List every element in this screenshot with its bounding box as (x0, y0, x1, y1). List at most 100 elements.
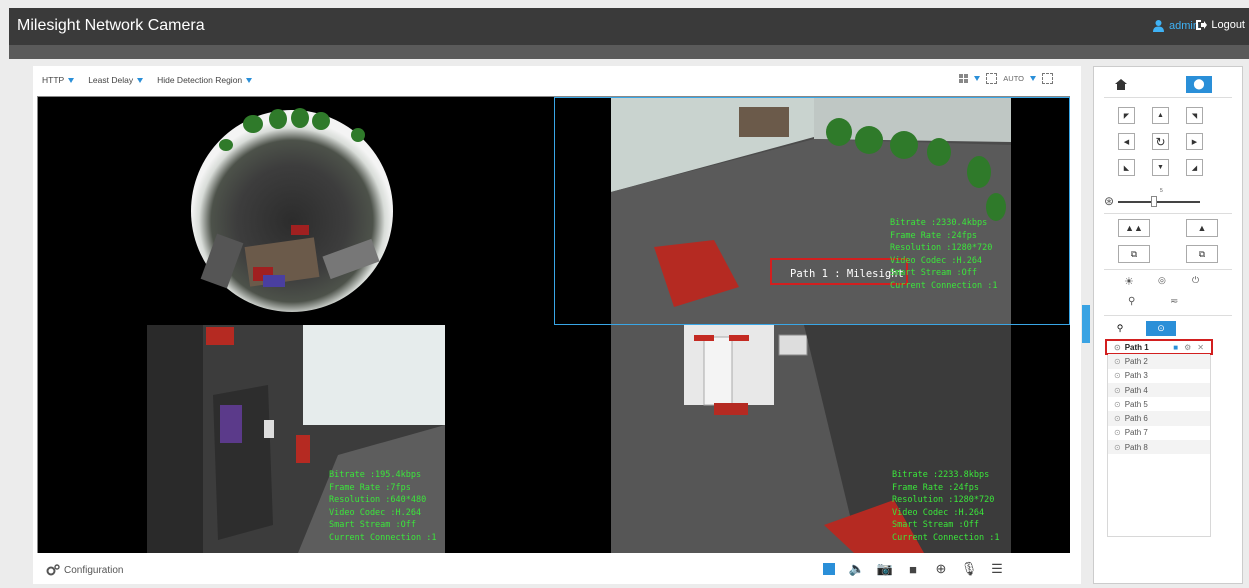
configuration-link[interactable]: Configuration (46, 564, 123, 576)
ptz-up-right-button[interactable]: ◥ (1186, 107, 1203, 124)
gear-icon[interactable]: ⚙ (1184, 343, 1191, 352)
focus-near-button[interactable]: ⧉ (1118, 245, 1150, 263)
detection-region-dropdown[interactable]: Hide Detection Region (157, 75, 253, 85)
path-label: Path 5 (1124, 399, 1148, 409)
microphone-icon[interactable]: 🎙 (961, 561, 978, 576)
pin-icon: ⚲ (1116, 323, 1124, 333)
stream-info-osd: Bitrate :195.4kbps Frame Rate :7fps Reso… (329, 470, 437, 543)
layout-grid-icon[interactable] (959, 74, 969, 83)
ptz-down-left-button[interactable]: ◣ (1118, 159, 1135, 176)
path-tab[interactable]: ⊙ (1146, 321, 1176, 336)
path-icon: ⊙ (1114, 428, 1121, 438)
fullscreen-icon[interactable] (1042, 73, 1053, 84)
path-list-item[interactable]: ⊙ Path 4 (1108, 382, 1210, 398)
protocol-dropdown[interactable]: HTTP (42, 75, 75, 85)
fisheye-view[interactable] (38, 97, 554, 325)
ptz-panel: ⬤ ◤ ▲ ◥ ◀ ↻ ▶ ◣ ▼ ◢ ⊛ 5 ▲▲ ▲ ⧉ ⧉ ☀ ◎ ⏻ ⚲… (1093, 66, 1243, 584)
snapshot-icon[interactable]: 📷 (877, 561, 893, 576)
path-label: Path 7 (1124, 428, 1148, 438)
delay-dropdown[interactable]: Least Delay (88, 75, 144, 85)
path-list-item[interactable]: ⊙ Path 7 (1108, 426, 1210, 440)
sub-bar (9, 45, 1249, 59)
ptz-down-right-button[interactable]: ◢ (1186, 159, 1203, 176)
chevron-down-icon[interactable] (1030, 76, 1036, 81)
stop-icon[interactable]: ■ (1173, 343, 1178, 352)
view-toolbar: HTTP Least Delay Hide Detection Region (42, 75, 253, 85)
stop-icon[interactable] (822, 562, 836, 576)
ptz-speed-handle[interactable] (1151, 196, 1158, 207)
camera-view-2[interactable]: Path 1 : Milesight Bitrate :2330.4kbps F… (554, 97, 1070, 325)
ptz-up-left-button[interactable]: ◤ (1118, 107, 1135, 124)
preset-tab[interactable]: ⚲ (1108, 321, 1132, 336)
wiper-icon[interactable]: ◎ (1158, 275, 1166, 286)
zoom-icon[interactable]: ⊕ (934, 561, 948, 576)
zoom-out-button[interactable]: ▲▲ (1118, 219, 1150, 237)
fisheye-image (191, 108, 393, 312)
divider (1104, 213, 1232, 214)
home-icon (1115, 79, 1127, 90)
audio-icon[interactable]: 🔈 (849, 561, 865, 576)
power-icon[interactable]: ⏻ (1192, 275, 1199, 286)
path-list-item[interactable]: ⊙ Path 3 (1108, 369, 1210, 383)
detection-label: Hide Detection Region (157, 75, 243, 85)
ptz-auto-scan-button[interactable]: ↻ (1152, 133, 1169, 150)
path-label: Path 3 (1124, 371, 1148, 381)
divider (1104, 97, 1232, 98)
panel-collapse-handle[interactable] (1082, 305, 1090, 343)
camera-view-3[interactable]: Bitrate :195.4kbps Frame Rate :7fps Reso… (38, 325, 554, 553)
path-rows: ⊙ Path 1 ■ ⚙ ✕ ⊙ Path 2 ⊙ Path 3 ⊙ Path 4 ⊙ Path 5 ⊙ P… (1105, 338, 1213, 455)
record-icon[interactable]: ■ (906, 562, 920, 577)
gear-icon (46, 564, 60, 576)
chevron-down-icon (246, 77, 253, 83)
camera-view-4[interactable]: Bitrate :2233.8kbps Frame Rate :24fps Re… (554, 325, 1070, 553)
stream-size-icon[interactable] (986, 73, 998, 84)
focus-far-button[interactable]: ⧉ (1186, 245, 1218, 263)
configuration-label: Configuration (64, 564, 124, 576)
path-list-item[interactable]: ⊙ Path 1 ■ ⚙ ✕ (1105, 338, 1213, 356)
path-label: Path 4 (1124, 385, 1148, 395)
stream-info-osd: Bitrate :2330.4kbps Frame Rate :24fps Re… (890, 218, 998, 291)
path-list-item[interactable]: ⊙ Path 8 (1108, 440, 1210, 455)
path-list-item[interactable]: ⊙ Path 2 (1108, 354, 1210, 369)
delay-label: Least Delay (88, 75, 134, 85)
divider (1104, 315, 1232, 316)
divider (1104, 269, 1232, 270)
live-view-panel: HTTP Least Delay Hide Detection Region A… (33, 66, 1081, 584)
stream-mode-label[interactable]: AUTO (1003, 74, 1024, 83)
close-icon[interactable]: ✕ (1197, 343, 1204, 352)
logout-label: Logout (1211, 19, 1245, 31)
bottom-bar: Configuration 🔈 📷 ■ ⊕ 🎙 ☰ (33, 556, 1081, 584)
path-icon: ⊙ (1114, 356, 1121, 366)
path-icon: ⊙ (1114, 414, 1121, 424)
zoom-in-button[interactable]: ▲ (1186, 219, 1218, 237)
top-bar: Milesight Network Camera admin Logout (9, 8, 1249, 45)
chevron-down-icon[interactable] (974, 76, 981, 81)
light-icon[interactable]: ☀ (1124, 275, 1134, 288)
home-tab[interactable] (1108, 76, 1134, 93)
ptz-tab[interactable]: ⬤ (1186, 76, 1212, 93)
path-label: Path 6 (1124, 414, 1148, 424)
view-tools: AUTO (959, 73, 1053, 84)
live-controls: 🔈 📷 ■ ⊕ 🎙 ☰ (822, 561, 1004, 577)
ptz-right-button[interactable]: ▶ (1186, 133, 1203, 150)
location-icon[interactable]: ⚲ (1128, 296, 1135, 307)
ptz-up-button[interactable]: ▲ (1152, 107, 1169, 124)
ptz-user-icon: ⬤ (1193, 79, 1205, 90)
path-list-item[interactable]: ⊙ Path 6 (1108, 411, 1210, 426)
ptz-speed-track[interactable] (1118, 201, 1200, 203)
path-list-item[interactable]: ⊙ Path 5 (1108, 397, 1210, 411)
logout-button[interactable]: Logout (1195, 19, 1245, 31)
menu-icon[interactable]: ≂ (1170, 296, 1178, 307)
chevron-down-icon (68, 77, 75, 83)
ptz-down-button[interactable]: ▼ (1152, 159, 1169, 176)
image-settings-icon[interactable]: ☰ (990, 561, 1004, 576)
path-label: Path 1 (1124, 342, 1149, 352)
stream-info-osd: Bitrate :2233.8kbps Frame Rate :24fps Re… (892, 470, 1000, 543)
path-icon: ⊙ (1114, 442, 1121, 452)
ptz-speed-value: 5 (1160, 188, 1163, 194)
path-icon: ⊙ (1114, 385, 1121, 395)
path-label-overlay: Path 1 : Milesight (770, 258, 908, 285)
user-menu[interactable]: admin (1152, 19, 1199, 32)
ptz-left-button[interactable]: ◀ (1118, 133, 1135, 150)
app-title: Milesight Network Camera (17, 17, 205, 34)
